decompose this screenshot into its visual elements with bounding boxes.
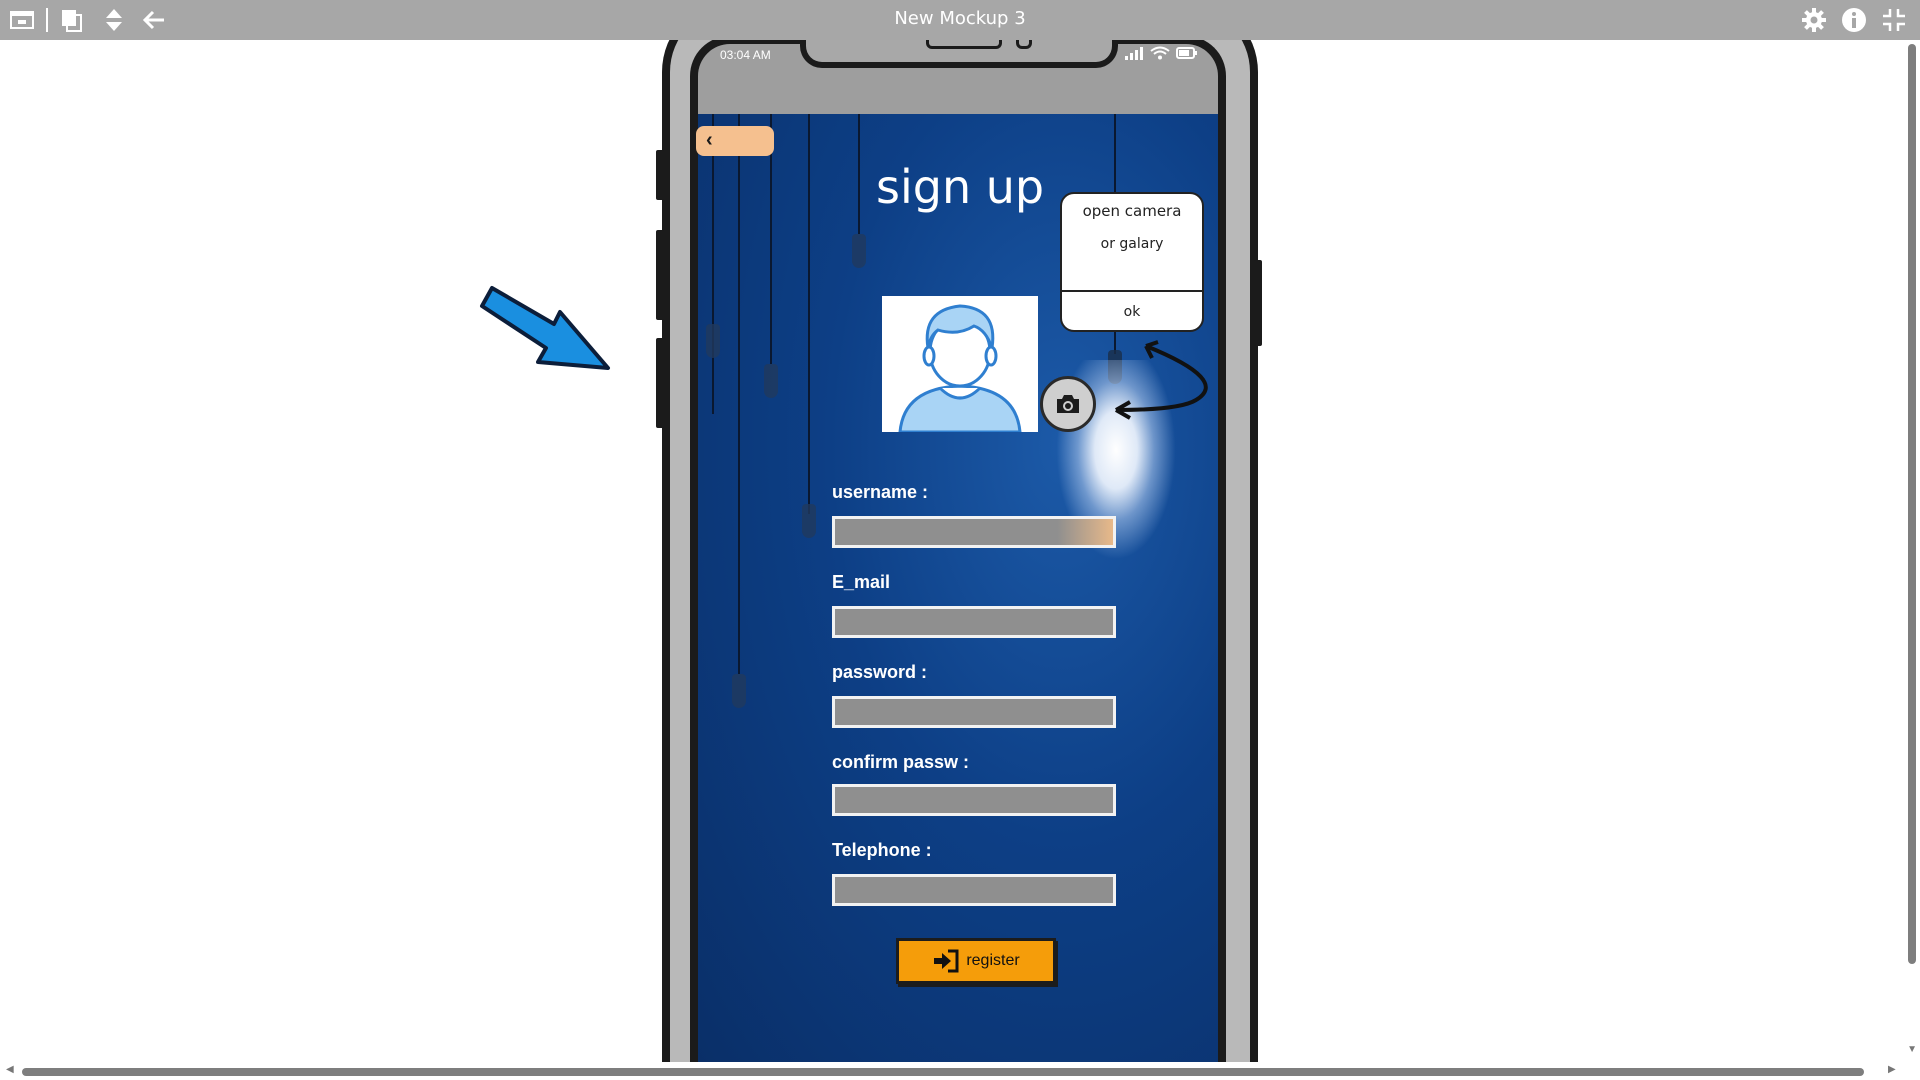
telephone-label: Telephone :	[832, 840, 932, 860]
email-input[interactable]	[832, 606, 1116, 638]
status-time: 03:04 AM	[720, 48, 771, 62]
email-label: E_mail	[832, 572, 891, 592]
user-icon	[898, 304, 1022, 434]
vertical-scrollbar-thumb[interactable]	[1908, 44, 1916, 964]
exit-fullscreen-icon[interactable]	[1880, 6, 1908, 34]
phone-side-button	[1254, 260, 1262, 346]
info-icon[interactable]	[1840, 6, 1868, 34]
decor-bulb	[802, 504, 816, 538]
decor-wire	[808, 114, 810, 514]
sign-in-icon	[934, 949, 959, 973]
annotation-arrow-icon	[480, 286, 610, 370]
phone-side-button	[656, 230, 664, 320]
decor-bulb	[852, 234, 866, 268]
popup-divider	[1062, 290, 1202, 292]
battery-icon	[1176, 47, 1197, 59]
decor-bulb	[764, 364, 778, 398]
page-title: sign up	[876, 160, 1045, 214]
window-title: New Mockup 3	[894, 8, 1026, 29]
telephone-input[interactable]	[832, 874, 1116, 906]
scroll-right-icon[interactable]: ▶	[1888, 1064, 1896, 1075]
popup-link-arrow	[1115, 340, 1208, 420]
camera-icon	[1057, 395, 1079, 413]
camera-popup: open camera or galary ok	[1060, 192, 1204, 332]
avatar[interactable]	[882, 296, 1038, 434]
decor-bulb	[706, 324, 720, 358]
popup-ok-button[interactable]: ok	[1062, 304, 1202, 320]
scroll-left-icon[interactable]: ◀	[6, 1064, 14, 1075]
decor-bulb	[732, 674, 746, 708]
wifi-icon	[1150, 46, 1170, 60]
back-button[interactable]: ‹	[696, 126, 774, 156]
decor-wire	[858, 114, 860, 234]
signal-icon	[1125, 47, 1143, 60]
confirm-password-input[interactable]	[832, 784, 1116, 816]
popup-text-line1: open camera	[1082, 202, 1182, 220]
gear-icon[interactable]	[1800, 6, 1828, 34]
decor-wire	[738, 114, 740, 674]
camera-button[interactable]	[1040, 376, 1096, 432]
username-label: username :	[832, 482, 929, 502]
horizontal-scrollbar-thumb[interactable]	[22, 1068, 1864, 1076]
chevron-left-icon: ‹	[706, 129, 713, 151]
password-input[interactable]	[832, 696, 1116, 728]
username-input[interactable]	[832, 516, 1116, 548]
decor-wire	[712, 114, 714, 414]
register-button[interactable]: register	[896, 938, 1056, 984]
scroll-down-icon[interactable]: ▼	[1907, 1044, 1917, 1055]
popup-text-line2: or galary	[1100, 236, 1164, 252]
phone-side-button	[656, 150, 664, 200]
toolbar: New Mockup 3	[0, 0, 1920, 40]
status-icons	[1124, 46, 1198, 60]
confirm-password-label: confirm passw :	[832, 752, 970, 772]
phone-side-button	[656, 338, 664, 428]
register-label: register	[966, 952, 1020, 969]
password-label: password :	[832, 662, 928, 682]
